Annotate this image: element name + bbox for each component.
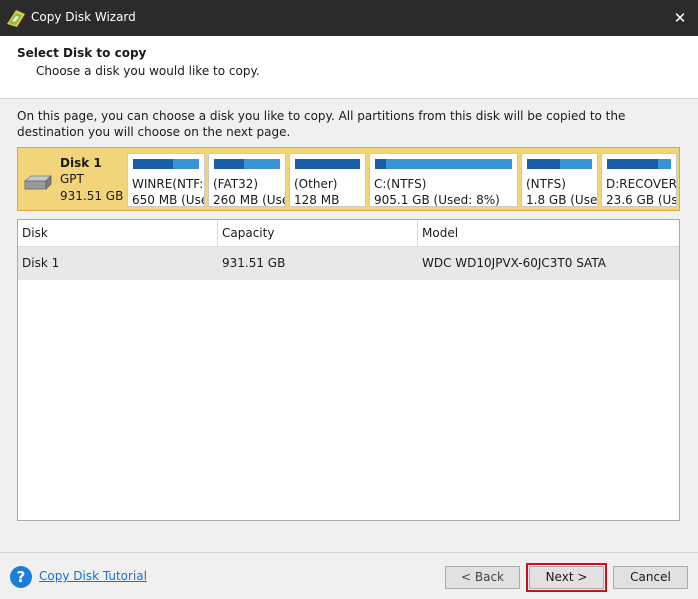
partition-size: 905.1 GB (Used: 8%): [374, 193, 500, 207]
partition-block[interactable]: (Other) 128 MB: [289, 153, 366, 207]
partition-used-fill: [133, 159, 173, 169]
disk-table: Disk Capacity Model Disk 1 931.51 GB WDC…: [17, 219, 680, 521]
disk-name: Disk 1: [60, 156, 102, 170]
back-button[interactable]: < Back: [445, 566, 520, 589]
partition-usage-bar: [214, 159, 280, 169]
help-icon[interactable]: ?: [10, 566, 32, 588]
partition-block[interactable]: WINRE(NTF: 650 MB (Use: [127, 153, 205, 207]
cancel-button[interactable]: Cancel: [613, 566, 688, 589]
partition-name: D:RECOVER: [606, 177, 677, 191]
partition-usage-bar: [527, 159, 592, 169]
partition-used-fill: [295, 159, 360, 169]
column-header-capacity[interactable]: Capacity: [218, 220, 418, 246]
wizard-footer: ? Copy Disk Tutorial < Back Next > Cance…: [0, 552, 698, 599]
page-subtitle: Choose a disk you would like to copy.: [36, 64, 260, 78]
cell-capacity: 931.51 GB: [222, 256, 286, 270]
partition-block[interactable]: D:RECOVER 23.6 GB (Use: [601, 153, 677, 207]
partition-used-fill: [375, 159, 386, 169]
cell-model: WDC WD10JPVX-60JC3T0 SATA: [422, 256, 606, 270]
partition-size: 260 MB (Use: [213, 193, 286, 207]
partition-name: (NTFS): [526, 177, 566, 191]
partition-name: (Other): [294, 177, 338, 191]
partition-size: 23.6 GB (Use: [606, 193, 677, 207]
title-bar: Copy Disk Wizard ✕: [0, 0, 698, 36]
partition-size: 650 MB (Use: [132, 193, 205, 207]
partition-name: C:(NTFS): [374, 177, 427, 191]
column-header-disk[interactable]: Disk: [18, 220, 218, 246]
partition-used-fill: [607, 159, 659, 169]
next-button[interactable]: Next >: [526, 563, 607, 592]
window-title: Copy Disk Wizard: [31, 10, 136, 24]
copy-disk-tutorial-link[interactable]: Copy Disk Tutorial: [39, 569, 147, 583]
partition-name: (FAT32): [213, 177, 259, 191]
column-header-model[interactable]: Model: [418, 220, 679, 246]
app-logo-icon: [7, 10, 25, 27]
disk-map[interactable]: Disk 1 GPT 931.51 GB WINRE(NTF: 650 MB (…: [17, 147, 680, 211]
page-description: On this page, you can choose a disk you …: [17, 109, 626, 139]
table-row[interactable]: Disk 1 931.51 GB WDC WD10JPVX-60JC3T0 SA…: [18, 247, 679, 280]
partition-block[interactable]: (FAT32) 260 MB (Use: [208, 153, 286, 207]
partition-used-fill: [214, 159, 244, 169]
disk-type: GPT: [60, 172, 84, 186]
hard-disk-icon: [23, 175, 52, 190]
partition-block[interactable]: (NTFS) 1.8 GB (Use: [521, 153, 598, 207]
partition-usage-bar: [133, 159, 199, 169]
partition-used-fill: [527, 159, 560, 169]
disk-size: 931.51 GB: [60, 189, 124, 203]
partition-size: 1.8 GB (Use: [526, 193, 598, 207]
partition-name: WINRE(NTF:: [132, 177, 204, 191]
page-title: Select Disk to copy: [17, 46, 147, 60]
close-icon[interactable]: ✕: [662, 0, 698, 36]
partition-size: 128 MB: [294, 193, 340, 207]
partition-block[interactable]: C:(NTFS) 905.1 GB (Used: 8%): [369, 153, 518, 207]
wizard-header: Select Disk to copy Choose a disk you wo…: [0, 36, 698, 99]
partition-usage-bar: [295, 159, 360, 169]
partition-usage-bar: [607, 159, 671, 169]
table-header: Disk Capacity Model: [18, 220, 679, 247]
partition-usage-bar: [375, 159, 512, 169]
cell-disk: Disk 1: [22, 256, 60, 270]
